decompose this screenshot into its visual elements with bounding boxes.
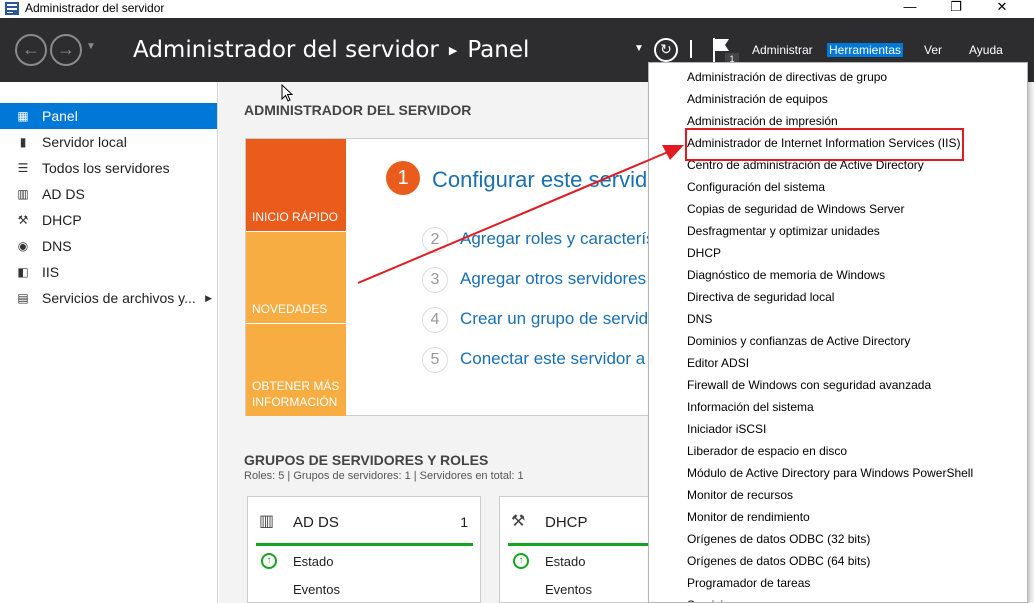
menu-item-odbc-64[interactable]: Orígenes de datos ODBC (64 bits): [687, 550, 870, 572]
menu-item-ad-powershell[interactable]: Módulo de Active Directory para Windows …: [687, 462, 973, 484]
menu-item-iscsi-initiator[interactable]: Iniciador iSCSI: [687, 418, 766, 440]
menu-item-adsi-edit[interactable]: Editor ADSI: [687, 352, 749, 374]
roles-meta: Roles: 5 | Grupos de servidores: 1 | Ser…: [244, 470, 524, 482]
step-5-number: 5: [422, 347, 448, 373]
history-dropdown-icon[interactable]: ▼: [86, 41, 96, 52]
menu-item-memory-diagnostic[interactable]: Diagnóstico de memoria de Windows: [687, 264, 885, 286]
dhcp-icon: ⚒: [17, 213, 29, 227]
sidebar-item-dhcp[interactable]: ⚒ DHCP: [0, 207, 217, 233]
menu-item-print-management[interactable]: Administración de impresión: [687, 110, 838, 132]
servers-icon: ☰: [17, 161, 29, 175]
sidebar-item-label: Servidor local: [42, 134, 127, 150]
toolbar-divider: [690, 40, 692, 58]
menu-item-ad-domains-trusts[interactable]: Dominios y confianzas de Active Director…: [687, 330, 910, 352]
role-card-ad-ds[interactable]: ▥ AD DS 1 ↑ Estado Eventos: [247, 496, 481, 603]
sidebar-item-label: IIS: [42, 264, 60, 280]
menu-item-dhcp[interactable]: DHCP: [687, 242, 721, 264]
forward-arrow-icon[interactable]: →: [50, 34, 82, 66]
window-title: Administrador del servidor: [25, 1, 165, 15]
sidebar-item-local-server[interactable]: ▮ Servidor local: [0, 129, 217, 155]
menu-item-computer-management[interactable]: Administración de equipos: [687, 88, 828, 110]
sidebar-item-label: AD DS: [42, 186, 85, 202]
sidebar-item-iis[interactable]: ◧ IIS: [0, 259, 217, 285]
menu-item-dns[interactable]: DNS: [687, 308, 712, 330]
menu-item-system-information[interactable]: Información del sistema: [687, 396, 814, 418]
file-services-icon: ▤: [17, 291, 29, 305]
server-manager-app-icon: [5, 2, 19, 15]
breadcrumb-page: Panel: [467, 37, 530, 63]
sidebar-item-label: Panel: [42, 108, 78, 124]
menu-item-ad-admin-center[interactable]: Centro de administración de Active Direc…: [687, 154, 924, 176]
back-arrow-icon[interactable]: ←: [15, 34, 47, 66]
breadcrumb: Administrador del servidor ▶ Panel: [133, 37, 529, 63]
menu-item-disk-cleanup[interactable]: Liberador de espacio en disco: [687, 440, 847, 462]
role-status-link[interactable]: Estado: [545, 554, 585, 569]
mouse-cursor-icon: [281, 84, 293, 102]
quick-start-panel: INICIO RÁPIDO NOVEDADES OBTENER MÁS INFO…: [245, 138, 800, 416]
breadcrumb-app: Administrador del servidor: [133, 37, 439, 63]
role-status-link[interactable]: Estado: [293, 554, 333, 569]
sidebar-item-file-services[interactable]: ▤ Servicios de archivos y... ▶: [0, 285, 217, 311]
step-4-number: 4: [422, 307, 448, 333]
welcome-title: ADMINISTRADOR DEL SERVIDOR: [244, 102, 472, 118]
menu-item-task-scheduler[interactable]: Programador de tareas: [687, 572, 810, 594]
menu-manage[interactable]: Administrar: [752, 43, 813, 57]
menu-item-windows-backup[interactable]: Copias de seguridad de Windows Server: [687, 198, 904, 220]
window-titlebar: Administrador del servidor — ❐ ✕: [0, 0, 1034, 18]
step-3-number: 3: [422, 267, 448, 293]
tile-whats-new[interactable]: NOVEDADES: [246, 232, 346, 323]
sidebar-item-label: DHCP: [42, 212, 82, 228]
menu-view[interactable]: Ver: [924, 43, 942, 57]
minimize-button[interactable]: —: [887, 0, 933, 18]
dns-icon: ◉: [17, 239, 29, 253]
status-ok-icon: ↑: [261, 553, 277, 569]
sidebar-item-dns[interactable]: ◉ DNS: [0, 233, 217, 259]
role-status-bar: [256, 543, 473, 546]
menu-item-iis-manager[interactable]: Administrador de Internet Information Se…: [687, 132, 960, 154]
step-1-number: 1: [386, 161, 420, 195]
iis-icon: ◧: [17, 265, 29, 279]
tile-learn-more[interactable]: OBTENER MÁS INFORMACIÓN: [246, 324, 346, 416]
sidebar-item-ad-ds[interactable]: ▥ AD DS: [0, 181, 217, 207]
tools-dropdown-menu: Administración de directivas de grupo Ad…: [648, 62, 1028, 603]
menu-item-system-configuration[interactable]: Configuración del sistema: [687, 176, 825, 198]
maximize-button[interactable]: ❐: [933, 0, 979, 18]
roles-title: GRUPOS DE SERVIDORES Y ROLES: [244, 452, 489, 468]
close-button[interactable]: ✕: [979, 0, 1025, 18]
menu-item-odbc-32[interactable]: Orígenes de datos ODBC (32 bits): [687, 528, 870, 550]
sidebar-item-panel[interactable]: ▦ Panel: [0, 103, 217, 129]
step-2-number: 2: [422, 227, 448, 253]
menu-tools[interactable]: Herramientas: [827, 43, 904, 57]
menu-item-performance-monitor[interactable]: Monitor de rendimiento: [687, 506, 810, 528]
refresh-icon[interactable]: ↻: [654, 38, 678, 62]
chevron-right-icon: ▶: [205, 293, 212, 303]
menu-item-firewall[interactable]: Firewall de Windows con seguridad avanza…: [687, 374, 931, 396]
sidebar-item-label: Todos los servidores: [42, 160, 170, 176]
menu-help[interactable]: Ayuda: [969, 43, 1003, 57]
menu-item-local-security-policy[interactable]: Directiva de seguridad local: [687, 286, 834, 308]
role-count: 1: [460, 514, 468, 530]
role-events-link[interactable]: Eventos: [545, 582, 592, 597]
menu-item-group-policy[interactable]: Administración de directivas de grupo: [687, 66, 887, 88]
breadcrumb-separator-icon: ▶: [448, 44, 458, 57]
ad-ds-icon: ▥: [17, 187, 29, 201]
role-name: AD DS: [293, 514, 339, 531]
ad-ds-icon: ▥: [259, 513, 275, 530]
sidebar: ▦ Panel ▮ Servidor local ☰ Todos los ser…: [0, 82, 218, 603]
sidebar-item-all-servers[interactable]: ☰ Todos los servidores: [0, 155, 217, 181]
sidebar-item-label: Servicios de archivos y...: [42, 290, 196, 306]
role-events-link[interactable]: Eventos: [293, 582, 340, 597]
menu-item-resource-monitor[interactable]: Monitor de recursos: [687, 484, 793, 506]
breadcrumb-dropdown-icon[interactable]: ▼: [634, 43, 644, 54]
dhcp-icon: ⚒: [511, 513, 526, 530]
tile-quick-start[interactable]: INICIO RÁPIDO: [246, 139, 346, 231]
menu-item-services[interactable]: Servicios: [687, 594, 736, 602]
role-name: DHCP: [545, 514, 588, 531]
dashboard-icon: ▦: [17, 109, 29, 123]
status-ok-icon: ↑: [513, 553, 529, 569]
server-icon: ▮: [19, 135, 27, 149]
sidebar-item-label: DNS: [42, 238, 72, 254]
menu-item-defragment[interactable]: Desfragmentar y optimizar unidades: [687, 220, 880, 242]
